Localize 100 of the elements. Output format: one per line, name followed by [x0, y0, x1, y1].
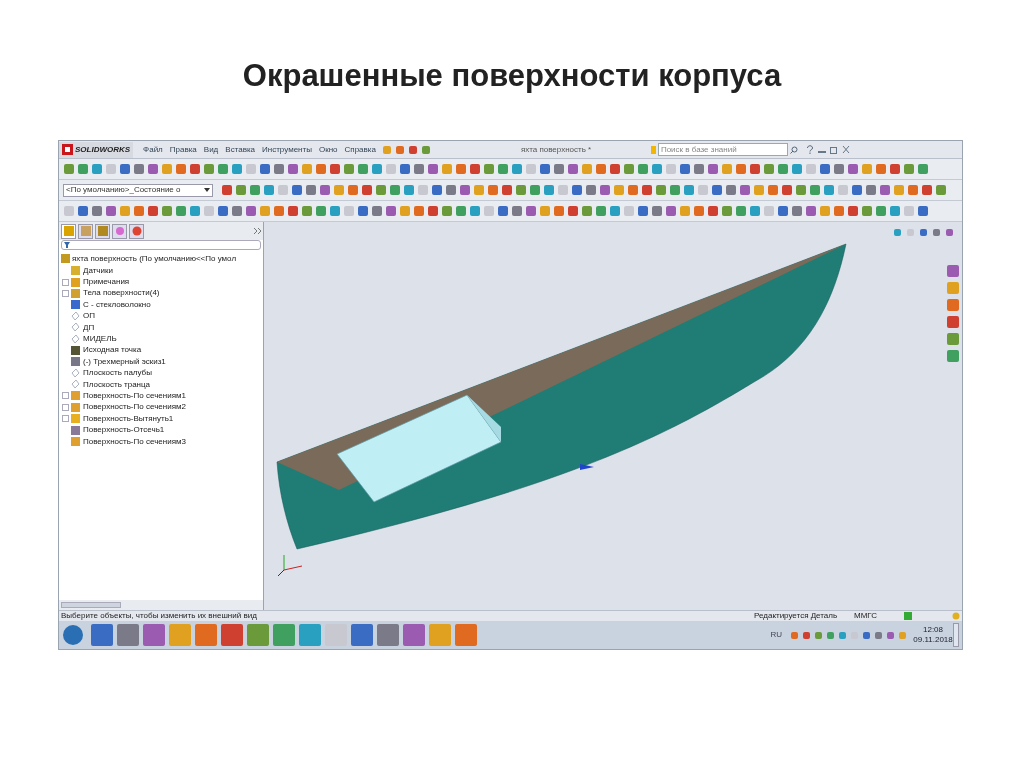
toolbar-icon[interactable] — [511, 163, 523, 175]
tree-item[interactable]: Поверхность-По сечениям1 — [83, 392, 186, 400]
toolbar-icon[interactable] — [329, 163, 341, 175]
toolbar-icon[interactable] — [301, 163, 313, 175]
toolbar-icon[interactable] — [291, 184, 303, 196]
toolbar-icon[interactable] — [515, 184, 527, 196]
toolbar-icon[interactable] — [809, 184, 821, 196]
panel-tab[interactable] — [129, 223, 144, 239]
search-field[interactable]: Поиск в базе знаний — [657, 143, 788, 156]
taskbar-app-icon[interactable] — [376, 623, 400, 647]
toolbar-icon[interactable] — [739, 184, 751, 196]
toolbar-icon[interactable] — [511, 205, 523, 217]
toolbar-icon[interactable] — [861, 205, 873, 217]
toolbar-icon[interactable] — [539, 205, 551, 217]
toolbar-icon[interactable] — [763, 163, 775, 175]
toolbar-icon[interactable] — [371, 163, 383, 175]
tree-item[interactable]: Поверхность-По сечениям3 — [83, 437, 186, 446]
toolbar-icon[interactable] — [609, 205, 621, 217]
toolbar-icon[interactable] — [735, 163, 747, 175]
toolbar-icon[interactable] — [851, 184, 863, 196]
toolbar-icon[interactable] — [231, 205, 243, 217]
toolbar-icon[interactable] — [91, 205, 103, 217]
toolbar-icon[interactable] — [361, 184, 373, 196]
toolbar-icon[interactable] — [665, 205, 677, 217]
toolbar-icon[interactable] — [637, 163, 649, 175]
configuration-dropdown[interactable]: <По умолчанию>_Состояние о — [63, 183, 213, 197]
toolbar-icon[interactable] — [847, 163, 859, 175]
toolbar-icon[interactable] — [777, 163, 789, 175]
toolbar-icon[interactable] — [381, 144, 392, 155]
toolbar-icon[interactable] — [217, 163, 229, 175]
taskbar-app-icon[interactable] — [428, 623, 452, 647]
toolbar-icon[interactable] — [749, 163, 761, 175]
toolbar-icon[interactable] — [819, 205, 831, 217]
toolbar-icon[interactable] — [791, 205, 803, 217]
toolbar-icon[interactable] — [347, 184, 359, 196]
toolbar-icon[interactable] — [637, 205, 649, 217]
toolbar-icon[interactable] — [413, 163, 425, 175]
toolbar-icon[interactable] — [917, 205, 929, 217]
toolbar-icon[interactable] — [917, 163, 929, 175]
toolbar-icon[interactable] — [343, 163, 355, 175]
toolbar-icon[interactable] — [893, 184, 905, 196]
show-desktop-button[interactable] — [953, 623, 959, 647]
toolbar-icon[interactable] — [399, 163, 411, 175]
toolbar-icon[interactable] — [259, 205, 271, 217]
toolbar-icon[interactable] — [501, 184, 513, 196]
toolbar-icon[interactable] — [805, 205, 817, 217]
tree-item[interactable]: ОП — [83, 312, 95, 321]
toolbar-icon[interactable] — [315, 163, 327, 175]
tree-item[interactable]: Тела поверхности(4) — [83, 289, 160, 298]
toolbar-icon[interactable] — [133, 205, 145, 217]
taskbar-app-icon[interactable] — [142, 623, 166, 647]
toolbar-icon[interactable] — [189, 163, 201, 175]
toolbar-icon[interactable] — [609, 163, 621, 175]
toolbar-icon[interactable] — [357, 163, 369, 175]
tree-item[interactable]: Плоскость транца — [83, 380, 151, 389]
toolbar-icon[interactable] — [581, 205, 593, 217]
units-selector[interactable]: ММГС — [854, 612, 904, 620]
toolbar-icon[interactable] — [641, 184, 653, 196]
toolbar-icon[interactable] — [427, 205, 439, 217]
clock[interactable]: 12:08 09.11.2018 — [915, 625, 951, 645]
toolbar-icon[interactable] — [903, 163, 915, 175]
toolbar-icon[interactable] — [287, 205, 299, 217]
toolbar-icon[interactable] — [441, 163, 453, 175]
toolbar-icon[interactable] — [315, 205, 327, 217]
toolbar-icon[interactable] — [655, 184, 667, 196]
toolbar-icon[interactable] — [865, 184, 877, 196]
toolbar-icon[interactable] — [669, 184, 681, 196]
toolbar-icon[interactable] — [497, 205, 509, 217]
toolbar-icon[interactable] — [627, 184, 639, 196]
toolbar-icon[interactable] — [147, 163, 159, 175]
toolbar-icon[interactable] — [707, 205, 719, 217]
restore-icon[interactable] — [829, 145, 838, 154]
toolbar-icon[interactable] — [333, 184, 345, 196]
toolbar-icon[interactable] — [329, 205, 341, 217]
tree-item[interactable]: (-) Трехмерный эскиз1 — [83, 357, 166, 366]
menu-item[interactable]: Инструменты — [262, 143, 312, 156]
toolbar-icon[interactable] — [567, 163, 579, 175]
toolbar-icon[interactable] — [371, 205, 383, 217]
toolbar-icon[interactable] — [231, 163, 243, 175]
toolbar-icon[interactable] — [133, 163, 145, 175]
panel-tab[interactable] — [112, 223, 127, 239]
toolbar-icon[interactable] — [469, 163, 481, 175]
toolbar-icon[interactable] — [623, 163, 635, 175]
menu-item[interactable]: Файл — [143, 143, 163, 156]
toolbar-icon[interactable] — [357, 205, 369, 217]
start-button-icon[interactable] — [62, 624, 84, 646]
tree-root[interactable]: яхта поверхность (По умолчанию<<По умол — [72, 254, 237, 263]
toolbar-icon[interactable] — [427, 163, 439, 175]
menu-item[interactable]: Окно — [318, 143, 338, 156]
toolbar-icon[interactable] — [707, 163, 719, 175]
tree-item[interactable]: Исходная точка — [83, 346, 142, 355]
toolbar-icon[interactable] — [413, 205, 425, 217]
menu-item[interactable]: Правка — [169, 143, 197, 156]
toolbar-icon[interactable] — [394, 144, 405, 155]
toolbar-icon[interactable] — [407, 144, 418, 155]
expand-toggle[interactable] — [62, 289, 69, 297]
toolbar-icon[interactable] — [203, 163, 215, 175]
toolbar-icon[interactable] — [175, 163, 187, 175]
toolbar-icon[interactable] — [399, 205, 411, 217]
toolbar-icon[interactable] — [319, 184, 331, 196]
